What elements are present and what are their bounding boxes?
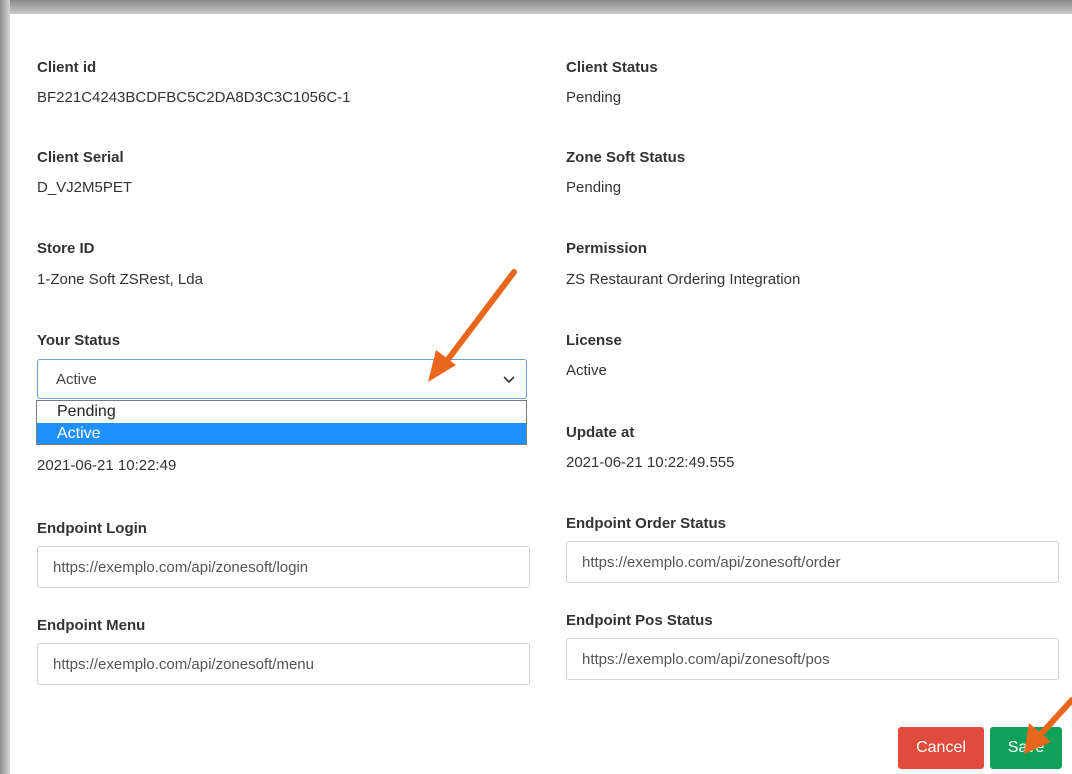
created-at-value: 2021-06-21 10:22:49 xyxy=(37,457,177,474)
endpoint-order-status-input[interactable]: https://exemplo.com/api/zonesoft/order xyxy=(566,541,1059,583)
update-at-label: Update at xyxy=(566,424,635,441)
your-status-select[interactable]: Active xyxy=(37,359,527,399)
update-at-value: 2021-06-21 10:22:49.555 xyxy=(566,454,735,471)
license-label: License xyxy=(566,332,622,349)
endpoint-order-status-value: https://exemplo.com/api/zonesoft/order xyxy=(582,554,841,571)
zone-soft-status-label: Zone Soft Status xyxy=(566,149,686,166)
endpoint-pos-status-value: https://exemplo.com/api/zonesoft/pos xyxy=(582,651,830,668)
endpoint-menu-label: Endpoint Menu xyxy=(37,617,146,634)
endpoint-login-input[interactable]: https://exemplo.com/api/zonesoft/login xyxy=(37,546,530,588)
client-id-label: Client id xyxy=(37,59,97,76)
your-status-label: Your Status xyxy=(37,332,121,349)
your-status-dropdown: Pending Active xyxy=(36,400,527,445)
client-serial-value: D_VJ2M5PET xyxy=(37,179,133,196)
endpoint-pos-status-input[interactable]: https://exemplo.com/api/zonesoft/pos xyxy=(566,638,1059,680)
permission-value: ZS Restaurant Ordering Integration xyxy=(566,271,801,288)
store-id-label: Store ID xyxy=(37,240,95,257)
endpoint-order-status-label: Endpoint Order Status xyxy=(566,515,727,532)
your-status-selected-value: Active xyxy=(56,371,97,388)
window-frame-left xyxy=(0,0,10,774)
license-value: Active xyxy=(566,362,607,379)
client-status-label: Client Status xyxy=(566,59,658,76)
cancel-button[interactable]: Cancel xyxy=(898,727,984,769)
status-option-pending[interactable]: Pending xyxy=(37,401,526,422)
client-id-value: BF221C4243BCDFBC5C2DA8D3C3C1056C-1 xyxy=(37,89,351,106)
endpoint-login-label: Endpoint Login xyxy=(37,520,147,537)
endpoint-menu-value: https://exemplo.com/api/zonesoft/menu xyxy=(53,656,314,673)
endpoint-pos-status-label: Endpoint Pos Status xyxy=(566,612,713,629)
endpoint-menu-input[interactable]: https://exemplo.com/api/zonesoft/menu xyxy=(37,643,530,685)
client-serial-label: Client Serial xyxy=(37,149,124,166)
zone-soft-status-value: Pending xyxy=(566,179,622,196)
client-status-value: Pending xyxy=(566,89,622,106)
save-button[interactable]: Save xyxy=(990,727,1062,769)
permission-label: Permission xyxy=(566,240,647,257)
chevron-down-icon xyxy=(500,368,518,390)
store-id-value: 1-Zone Soft ZSRest, Lda xyxy=(37,271,203,288)
endpoint-login-value: https://exemplo.com/api/zonesoft/login xyxy=(53,559,309,576)
window-frame-top xyxy=(0,0,1072,14)
status-option-active[interactable]: Active xyxy=(37,423,526,444)
